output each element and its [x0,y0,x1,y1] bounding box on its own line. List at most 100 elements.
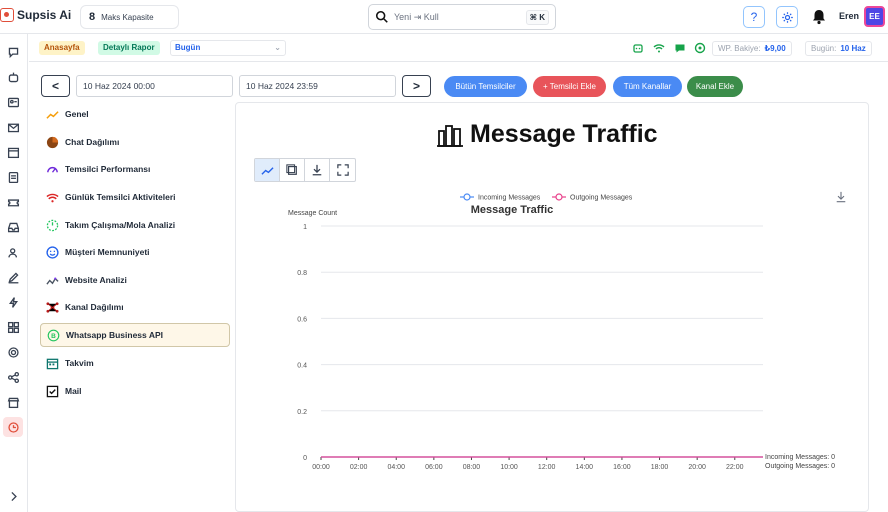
copy-chart-button[interactable] [280,159,305,181]
rail-users-button[interactable] [3,242,23,262]
capacity-value: 8 [89,11,96,23]
rail-chat-button[interactable] [3,42,23,62]
calendar-icon [46,357,59,370]
bot-icon [8,72,18,82]
smile-icon [46,245,59,259]
rail-expand-button[interactable] [3,486,23,506]
icon-rail [0,34,28,512]
menu-item-genel[interactable]: Genel [40,102,230,126]
menu-item-label: Genel [65,109,89,119]
end-datetime-input[interactable]: 10 Haz 2024 23:59 [239,75,396,97]
rail-tickets-button[interactable] [3,192,23,212]
svg-text:B: B [51,332,56,339]
settings-button[interactable] [776,6,798,28]
breadcrumb-home[interactable]: Anasayfa [39,41,85,55]
report-panel: Message Traffic Incoming Messages Outgoin… [235,102,869,512]
x-tick-label: 22:00 [726,464,744,471]
timer-icon [46,219,59,232]
y-axis-label: Message Count [288,210,337,217]
gauge-icon [46,163,59,176]
menu-item-website-analizi[interactable]: Website Analizi [40,268,230,292]
app-logo[interactable]: Supsis Ai [0,8,71,22]
next-range-button[interactable]: > [402,75,431,97]
app-name: Supsis Ai [17,8,72,22]
top-bar: Supsis Ai 8 Maks Kapasite ⌘ K ? Eren EE [0,0,888,34]
legend-item: Outgoing Messages [570,195,633,202]
contact-card-icon [7,97,19,107]
gear-icon [781,11,793,23]
menu-item-gunluk-aktiviteler[interactable]: Günlük Temsilci Aktiviteleri [40,185,230,209]
mail-check-icon [46,385,59,398]
rail-store-button[interactable] [3,392,23,412]
capacity-label: Maks Kapasite [101,12,154,22]
menu-item-label: Mail [65,386,82,396]
y-tick-label: 0.6 [297,316,307,323]
menu-item-takvim[interactable]: Takvim [40,351,230,375]
menu-item-chat-dagilimi[interactable]: Chat Dağılımı [40,130,230,154]
rail-share-button[interactable] [3,367,23,387]
rail-mail-button[interactable] [3,117,23,137]
panel-title: Message Traffic [436,120,658,149]
rail-calendar-button[interactable] [3,142,23,162]
search-shortcut: ⌘ K [525,10,549,25]
bell-icon[interactable] [809,7,829,27]
all-agents-button[interactable]: Bütün Temsilciler [444,76,527,97]
menu-item-mail[interactable]: Mail [40,379,230,403]
chart-toolbar [254,158,356,182]
date-range-value: Bugün [175,43,201,52]
search-box[interactable]: ⌘ K [368,4,556,30]
menu-item-whatsapp-business[interactable]: B Whatsapp Business API [40,323,230,347]
menu-item-temsilci-performansi[interactable]: Temsilci Performansı [40,157,230,181]
rail-bot-button[interactable] [3,67,23,87]
rail-contacts-button[interactable] [3,92,23,112]
breadcrumb-report[interactable]: Detaylı Rapor [98,41,160,55]
fullscreen-button[interactable] [330,159,355,181]
bolt-icon [8,296,18,308]
avatar[interactable]: EE [864,6,885,27]
mail-icon [7,123,19,132]
prev-range-button[interactable]: < [41,75,70,97]
legend-swatch-marker [555,193,563,201]
add-agent-button[interactable]: + Temsilci Ekle [533,76,606,97]
download-chart-button[interactable] [305,159,330,181]
rail-reports-button[interactable] [3,417,23,437]
menu-item-label: Müşteri Memnuniyeti [65,247,150,257]
series-end-labels: Incoming Messages: 0 Outgoing Messages: 0 [765,454,835,470]
chart-grid [321,225,763,458]
rail-notes-button[interactable] [3,167,23,187]
date-range-select[interactable]: Bugün ⌄ [170,40,286,56]
chart-legend: Incoming Messages Outgoing Messages [460,193,633,202]
ticket-icon [7,198,19,206]
y-tick-label: 0 [303,455,307,462]
search-icon [375,10,388,23]
x-tick-label: 10:00 [500,464,518,471]
line-mode-button[interactable] [255,159,280,181]
grid-icon [7,321,19,333]
help-button[interactable]: ? [743,6,765,28]
capacity-badge: 8 Maks Kapasite [80,5,179,29]
analytics-icon [46,274,59,287]
x-tick-label: 14:00 [576,464,594,471]
calendar-icon [7,147,19,158]
rail-apps-button[interactable] [3,317,23,337]
help-icon: ? [750,10,758,24]
wifi-icon [653,44,665,53]
series-end-label: Incoming Messages: 0 [765,454,835,461]
gear-icon [7,346,19,358]
rail-inbox-button[interactable] [3,217,23,237]
rail-settings-button[interactable] [3,342,23,362]
menu-item-kanal-dagilimi[interactable]: Kanal Dağılımı [40,295,230,319]
menu-item-takim-calisma[interactable]: Takım Çalışma/Mola Analizi [40,213,230,237]
start-datetime-input[interactable]: 10 Haz 2024 00:00 [76,75,233,97]
rail-automation-button[interactable] [3,292,23,312]
add-channel-button[interactable]: Kanal Ekle [687,76,743,97]
line-chart-icon [260,166,274,175]
today-badge: Bugün: 10 Haz [805,41,872,56]
store-icon [7,397,19,408]
x-tick-label: 20:00 [688,464,706,471]
rail-edit-button[interactable] [3,267,23,287]
menu-item-musteri-memnuniyeti[interactable]: Müşteri Memnuniyeti [40,240,230,264]
search-input[interactable] [394,12,514,22]
all-channels-button[interactable]: Tüm Kanallar [613,76,682,97]
user-name[interactable]: Eren [839,11,859,21]
